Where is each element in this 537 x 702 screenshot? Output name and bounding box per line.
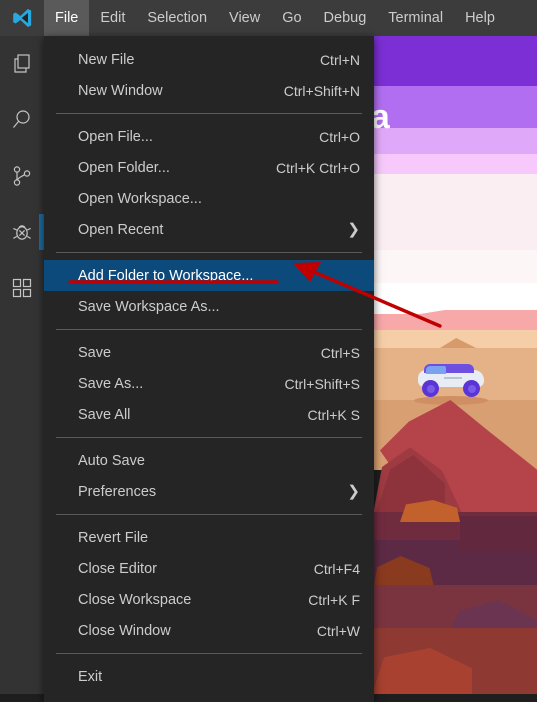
- rover-illustration: [416, 362, 486, 398]
- menu-separator: [56, 329, 362, 330]
- menubar-item-selection[interactable]: Selection: [136, 0, 218, 36]
- chevron-right-icon: ❯: [347, 483, 360, 500]
- activity-item-debug[interactable]: [0, 204, 44, 260]
- menu-item-revert-file[interactable]: Revert File: [44, 522, 374, 553]
- menu-separator: [56, 437, 362, 438]
- menu-item-close-window[interactable]: Close Window Ctrl+W: [44, 615, 374, 646]
- menu-item-label: Close Editor: [78, 560, 157, 577]
- chevron-right-icon: ❯: [347, 221, 360, 238]
- menu-bar: File Edit Selection View Go Debug Terminal Help: [44, 0, 506, 36]
- menu-item-new-file[interactable]: New File Ctrl+N: [44, 44, 374, 75]
- menu-item-shortcut: Ctrl+F4: [313, 560, 360, 577]
- vscode-logo-icon: [0, 0, 44, 36]
- menu-item-label: Close Window: [78, 622, 171, 639]
- menu-item-label: Save As...: [78, 375, 144, 392]
- menu-item-auto-save[interactable]: Auto Save: [44, 445, 374, 476]
- source-control-icon: [10, 164, 34, 188]
- menu-item-shortcut: Ctrl+Shift+N: [283, 82, 360, 99]
- menubar-item-terminal[interactable]: Terminal: [377, 0, 454, 36]
- menu-item-shortcut: Ctrl+S: [320, 344, 360, 361]
- menu-item-open-workspace[interactable]: Open Workspace...: [44, 183, 374, 214]
- menubar-item-edit[interactable]: Edit: [89, 0, 136, 36]
- rock: [460, 516, 537, 552]
- menu-item-label: Add Folder to Workspace...: [78, 267, 254, 284]
- menu-item-label: Preferences: [78, 483, 157, 500]
- menu-item-shortcut: Ctrl+K Ctrl+O: [275, 159, 360, 176]
- activity-item-source-control[interactable]: [0, 148, 44, 204]
- search-icon: [10, 108, 34, 132]
- menubar-item-file[interactable]: File: [44, 0, 90, 36]
- activity-bar: [0, 36, 44, 694]
- menu-separator: [56, 113, 362, 114]
- menu-item-shortcut: Ctrl+Shift+S: [284, 375, 360, 392]
- menu-item-new-window[interactable]: New Window Ctrl+Shift+N: [44, 75, 374, 106]
- menubar-item-label: Debug: [323, 10, 367, 26]
- menu-separator: [56, 514, 362, 515]
- menu-item-shortcut: Ctrl+O: [319, 128, 360, 145]
- menubar-item-label: Help: [465, 10, 495, 26]
- menu-item-preferences[interactable]: Preferences ❯: [44, 476, 374, 507]
- files-icon: [10, 52, 34, 76]
- menu-item-save-workspace-as[interactable]: Save Workspace As...: [44, 291, 374, 322]
- menubar-item-label: Go: [282, 10, 302, 26]
- debug-bug-icon: [10, 220, 34, 244]
- extensions-icon: [10, 276, 34, 300]
- menu-item-label: New Window: [78, 82, 163, 99]
- menu-item-label: Save: [78, 344, 112, 361]
- menubar-item-debug[interactable]: Debug: [313, 0, 378, 36]
- menu-item-label: Save Workspace As...: [78, 298, 220, 315]
- menu-item-open-recent[interactable]: Open Recent ❯: [44, 214, 374, 245]
- menu-item-shortcut: Ctrl+K F: [308, 591, 360, 608]
- menu-item-label: New File: [78, 51, 135, 68]
- menu-item-label: Open File...: [78, 128, 153, 145]
- menu-item-close-workspace[interactable]: Close Workspace Ctrl+K F: [44, 584, 374, 615]
- menu-item-open-folder[interactable]: Open Folder... Ctrl+K Ctrl+O: [44, 152, 374, 183]
- menubar-item-help[interactable]: Help: [454, 0, 506, 36]
- menu-item-add-folder-to-workspace[interactable]: Add Folder to Workspace...: [44, 260, 374, 291]
- menu-item-save-as[interactable]: Save As... Ctrl+Shift+S: [44, 368, 374, 399]
- menubar-item-view[interactable]: View: [218, 0, 271, 36]
- menu-item-label: Exit: [78, 668, 103, 685]
- menu-item-save-all[interactable]: Save All Ctrl+K S: [44, 399, 374, 430]
- activity-item-explorer[interactable]: [0, 36, 44, 92]
- menu-item-label: Close Workspace: [78, 591, 192, 608]
- menu-item-label: Save All: [78, 406, 131, 423]
- title-bar: File Edit Selection View Go Debug Terminal Help: [0, 0, 537, 36]
- menubar-item-label: File: [55, 10, 79, 26]
- menu-item-label: Auto Save: [78, 452, 145, 469]
- menubar-item-label: Edit: [100, 10, 126, 26]
- file-menu-dropdown: New File Ctrl+N New Window Ctrl+Shift+N Open…: [44, 36, 374, 702]
- activity-item-extensions[interactable]: [0, 260, 44, 316]
- menu-item-shortcut: Ctrl+K S: [307, 406, 360, 423]
- menu-item-label: Open Recent: [78, 221, 164, 238]
- menubar-item-label: Terminal: [388, 10, 444, 26]
- menu-item-open-file[interactable]: Open File... Ctrl+O: [44, 121, 374, 152]
- menu-item-label: Open Workspace...: [78, 190, 202, 207]
- menu-item-shortcut: Ctrl+N: [319, 51, 360, 68]
- menu-separator: [56, 252, 362, 253]
- menubar-item-label: Selection: [147, 10, 208, 26]
- menubar-item-go[interactable]: Go: [271, 0, 312, 36]
- menu-item-exit[interactable]: Exit: [44, 661, 374, 692]
- activity-item-search[interactable]: [0, 92, 44, 148]
- menu-item-save[interactable]: Save Ctrl+S: [44, 337, 374, 368]
- menu-item-label: Open Folder...: [78, 159, 170, 176]
- menu-item-close-editor[interactable]: Close Editor Ctrl+F4: [44, 553, 374, 584]
- menu-separator: [56, 653, 362, 654]
- menubar-item-label: View: [229, 10, 261, 26]
- menu-item-label: Revert File: [78, 529, 149, 546]
- menu-item-shortcut: Ctrl+W: [316, 622, 360, 639]
